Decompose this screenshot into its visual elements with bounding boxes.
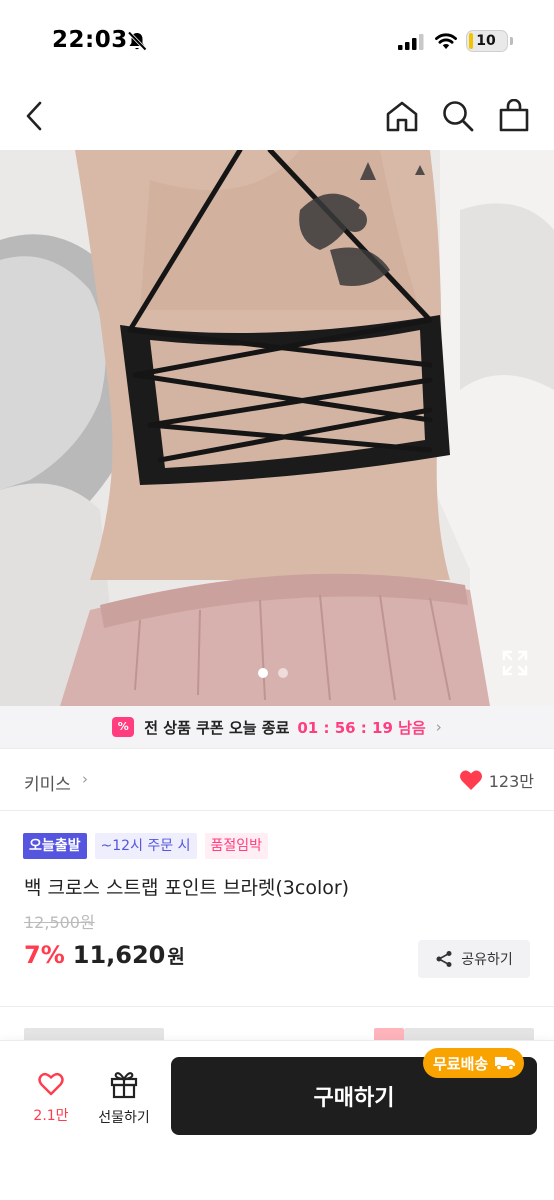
search-button[interactable] xyxy=(438,96,478,136)
gift-icon xyxy=(110,1072,138,1099)
share-icon xyxy=(436,951,452,967)
currency-unit: 원 xyxy=(167,946,185,968)
product-photo xyxy=(0,150,554,706)
carousel-dot-active[interactable] xyxy=(258,668,268,678)
bell-off-icon xyxy=(127,31,147,51)
product-badges: 오늘출발 ~12시 주문 시 품절임박 xyxy=(23,833,269,859)
bottom-action-bar: 2.1만 선물하기 구매하기 무료배송 xyxy=(0,1040,554,1200)
chevron-right-icon: › xyxy=(435,718,442,736)
gift-label: 선물하기 xyxy=(98,1110,150,1126)
badge-almost-soldout: 품절임박 xyxy=(204,833,269,859)
divider xyxy=(0,1006,554,1007)
shopping-bag-icon xyxy=(499,99,529,132)
battery-nub xyxy=(510,37,513,45)
badge-order-deadline: ~12시 주문 시 xyxy=(94,833,197,859)
chevron-left-icon xyxy=(26,101,42,131)
coupon-text: 전 상품 쿠폰 오늘 종료 xyxy=(144,718,290,737)
share-button[interactable]: 공유하기 xyxy=(418,940,530,978)
original-price: 12,500원 xyxy=(24,913,95,932)
coupon-banner[interactable]: % 전 상품 쿠폰 오늘 종료 01 : 56 : 19 남음 › xyxy=(0,706,554,748)
wishlist-count: 2.1만 xyxy=(33,1108,69,1124)
wishlist-button[interactable]: 2.1만 xyxy=(24,1071,78,1131)
buy-label: 구매하기 xyxy=(313,1086,395,1111)
brand-like-button[interactable]: 123만 xyxy=(459,768,534,792)
share-label: 공유하기 xyxy=(461,952,513,968)
coupon-timer: 01 : 56 : 19 남음 xyxy=(297,718,426,737)
brand-link[interactable]: 키미스 xyxy=(24,770,71,795)
top-nav-bar xyxy=(0,88,554,148)
home-icon xyxy=(386,101,418,132)
back-button[interactable] xyxy=(14,96,54,136)
heart-filled-icon xyxy=(459,770,482,790)
price-row: 7% 11,620 원 xyxy=(24,941,185,969)
discount-rate: 7% xyxy=(24,941,65,969)
product-title: 백 크로스 스트랩 포인트 브라렛(3color) xyxy=(24,877,350,899)
search-icon xyxy=(443,101,474,132)
delivery-truck-icon xyxy=(495,1057,516,1071)
expand-icon[interactable] xyxy=(502,650,528,676)
home-button[interactable] xyxy=(382,96,422,136)
badge-today-shipping: 오늘출발 xyxy=(23,833,87,859)
status-time: 22:03 xyxy=(52,27,128,53)
divider xyxy=(0,810,554,811)
cellular-signal-icon xyxy=(398,34,424,50)
battery-indicator: 10 xyxy=(466,30,508,52)
cart-button[interactable] xyxy=(494,96,534,136)
coupon-icon: % xyxy=(112,717,135,737)
gift-button[interactable]: 선물하기 xyxy=(92,1069,156,1133)
battery-level: 10 xyxy=(476,33,496,49)
brand-like-count: 123만 xyxy=(488,772,534,791)
brand-row: 키미스 › 123만 xyxy=(0,760,554,804)
carousel-dot[interactable] xyxy=(278,668,288,678)
free-shipping-badge: 무료배송 xyxy=(423,1048,525,1078)
product-image-carousel[interactable] xyxy=(0,150,554,706)
status-bar: 22:03 10 xyxy=(0,0,554,80)
divider xyxy=(0,748,554,749)
chevron-right-icon: › xyxy=(82,770,88,788)
wifi-icon xyxy=(435,33,457,49)
sale-price: 11,620 xyxy=(72,941,166,969)
carousel-dots xyxy=(258,668,288,678)
free-shipping-label: 무료배송 xyxy=(433,1054,489,1073)
heart-outline-icon xyxy=(38,1072,64,1096)
